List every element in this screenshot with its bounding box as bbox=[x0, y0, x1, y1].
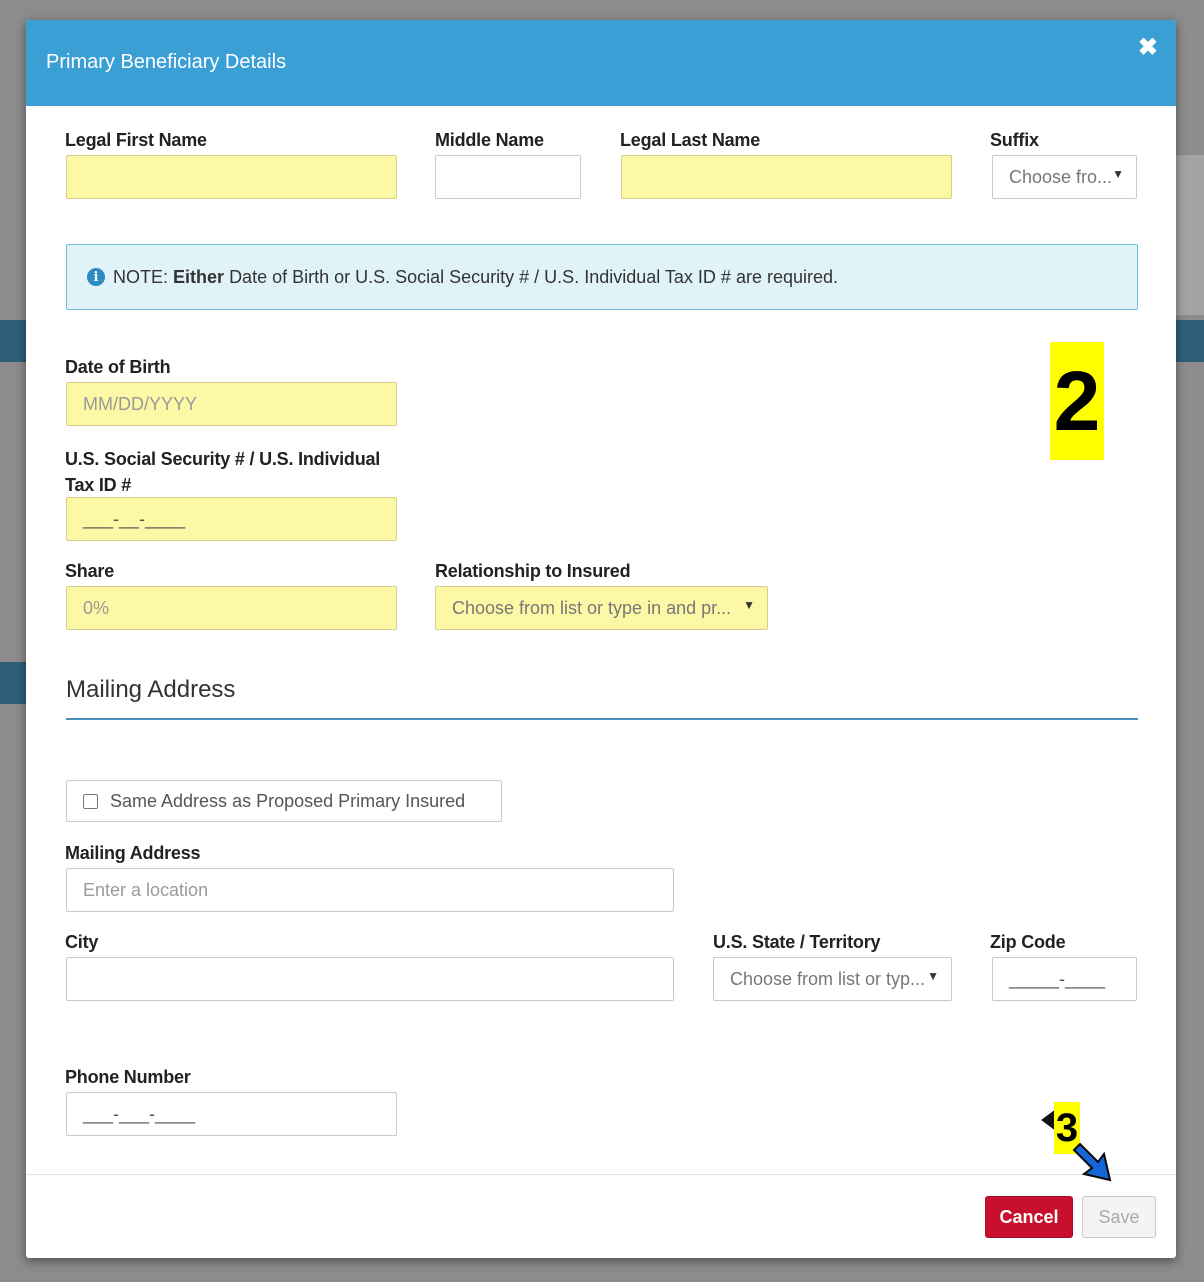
relationship-label: Relationship to Insured bbox=[435, 561, 631, 581]
dob-input[interactable] bbox=[66, 382, 397, 426]
phone-input[interactable]: ___-___-____ bbox=[66, 1092, 397, 1136]
modal-header: Primary Beneficiary Details ✖ bbox=[26, 20, 1176, 106]
phone-label: Phone Number bbox=[65, 1067, 191, 1087]
caret-down-icon: ▼ bbox=[743, 598, 755, 612]
caret-down-icon: ▼ bbox=[1112, 167, 1124, 181]
last-name-label: Legal Last Name bbox=[620, 130, 761, 150]
suffix-select[interactable]: Choose fro... ▼ bbox=[992, 155, 1137, 199]
mailing-address-label: Mailing Address bbox=[65, 843, 201, 863]
dob-label: Date of Birth bbox=[65, 357, 171, 377]
phone-mask: ___-___-____ bbox=[83, 1103, 196, 1124]
zip-label: Zip Code bbox=[990, 932, 1066, 952]
checkbox-icon[interactable] bbox=[83, 793, 98, 809]
modal-title: Primary Beneficiary Details bbox=[46, 51, 287, 73]
arrow-down-right-icon bbox=[1072, 1142, 1112, 1182]
caret-down-icon: ▼ bbox=[927, 969, 939, 983]
share-label: Share bbox=[65, 561, 115, 581]
share-input[interactable] bbox=[66, 586, 397, 630]
last-name-input[interactable] bbox=[621, 155, 952, 199]
ssn-input[interactable]: ___-__-____ bbox=[66, 497, 397, 541]
background-bar-left bbox=[0, 320, 26, 362]
note-bold: Either bbox=[173, 266, 225, 287]
city-input[interactable] bbox=[66, 957, 674, 1001]
beneficiary-modal: Primary Beneficiary Details ✖ Legal Firs… bbox=[26, 20, 1176, 1258]
ssn-label-line1: U.S. Social Security # / U.S. Individual bbox=[65, 449, 381, 469]
city-label: City bbox=[65, 932, 99, 952]
zip-input[interactable]: _____-____ bbox=[992, 957, 1137, 1001]
step-2-marker: 2 bbox=[1050, 342, 1104, 460]
state-value: Choose from list or typ... bbox=[730, 968, 926, 989]
middle-name-label: Middle Name bbox=[435, 130, 544, 150]
ssn-label-line2: Tax ID # bbox=[65, 475, 132, 495]
info-circle-icon: i bbox=[87, 268, 105, 286]
background-bar-right bbox=[1176, 320, 1204, 362]
note-prefix: NOTE: bbox=[113, 266, 169, 287]
save-button[interactable]: Save bbox=[1082, 1196, 1156, 1238]
requirement-note: i NOTE: Either Date of Birth or U.S. Soc… bbox=[66, 244, 1138, 310]
relationship-value: Choose from list or type in and pr... bbox=[452, 597, 732, 618]
first-name-label: Legal First Name bbox=[65, 130, 207, 150]
zip-mask: _____-____ bbox=[1009, 968, 1106, 989]
ssn-mask: ___-__-____ bbox=[83, 508, 186, 529]
note-text: Date of Birth or U.S. Social Security # … bbox=[229, 266, 839, 287]
background-panel-right bbox=[1176, 155, 1204, 315]
suffix-value: Choose fro... bbox=[1009, 166, 1113, 187]
state-label: U.S. State / Territory bbox=[713, 932, 881, 952]
state-select[interactable]: Choose from list or typ... ▼ bbox=[713, 957, 952, 1001]
first-name-input[interactable] bbox=[66, 155, 397, 199]
middle-name-input[interactable] bbox=[435, 155, 581, 199]
mailing-address-input[interactable] bbox=[66, 868, 674, 912]
ssn-label: U.S. Social Security # / U.S. Individual… bbox=[65, 446, 380, 498]
background-bar-left-2 bbox=[0, 662, 26, 704]
same-address-checkbox[interactable]: Same Address as Proposed Primary Insured bbox=[66, 780, 502, 822]
same-address-label: Same Address as Proposed Primary Insured bbox=[110, 790, 466, 811]
cancel-button[interactable]: Cancel bbox=[985, 1196, 1073, 1238]
footer-divider bbox=[26, 1174, 1176, 1175]
relationship-select[interactable]: Choose from list or type in and pr... ▼ bbox=[435, 586, 768, 630]
section-divider bbox=[66, 718, 1138, 720]
suffix-label: Suffix bbox=[990, 130, 1039, 150]
close-icon[interactable]: ✖ bbox=[1138, 36, 1158, 60]
mailing-section-title: Mailing Address bbox=[66, 676, 236, 703]
